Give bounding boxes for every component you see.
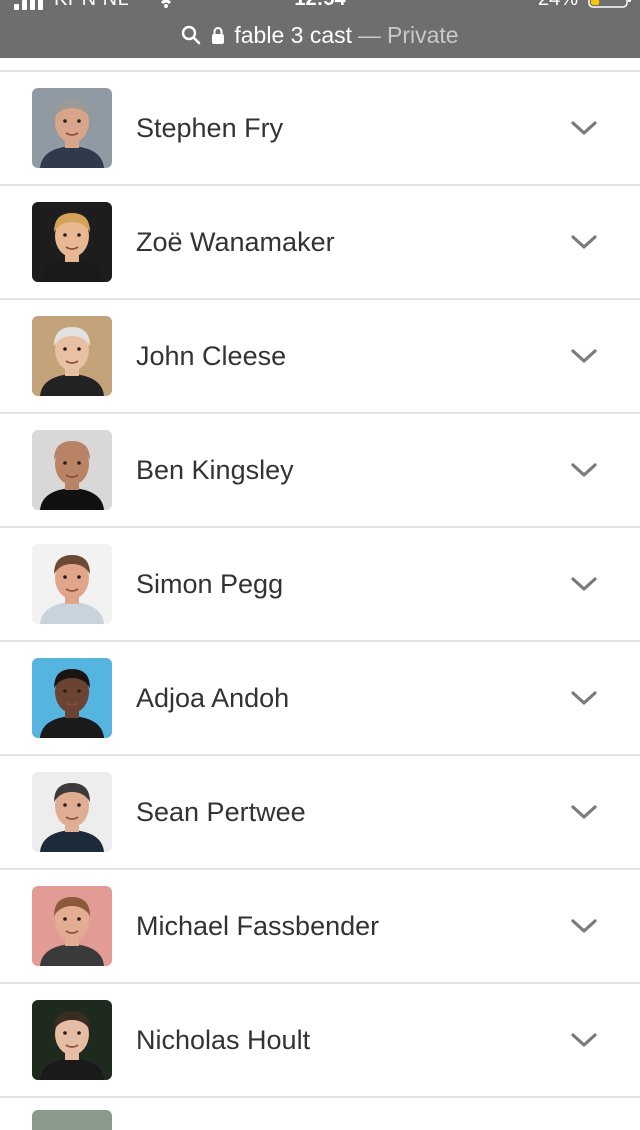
- address-bar[interactable]: fable 3 cast — Private: [0, 18, 640, 52]
- chevron-down-icon[interactable]: [570, 685, 598, 711]
- cast-name: John Cleese: [136, 341, 287, 371]
- cast-name: Nicholas Hoult: [136, 1025, 311, 1055]
- chevron-down-icon[interactable]: [570, 1027, 598, 1053]
- cast-photo: [32, 544, 112, 624]
- cast-photo: [32, 316, 112, 396]
- cast-name: Adjoa Andoh: [136, 683, 290, 713]
- lock-icon: [211, 26, 234, 44]
- status-bar: KPN NL 12:54 24%: [0, 0, 640, 12]
- chevron-down-icon[interactable]: [570, 571, 598, 597]
- cast-row[interactable]: John Cleese: [0, 300, 640, 414]
- private-mode-label: Private: [387, 21, 459, 48]
- cast-row[interactable]: Adjoa Andoh: [0, 642, 640, 756]
- cast-row[interactable]: Ben Kingsley: [0, 414, 640, 528]
- cast-name: Stephen Fry: [136, 113, 284, 143]
- chevron-down-icon[interactable]: [570, 343, 598, 369]
- cast-row[interactable]: Michael Fassbender: [0, 870, 640, 984]
- cast-name: Ben Kingsley: [136, 455, 294, 485]
- cast-name: Zoë Wanamaker: [136, 227, 335, 257]
- cast-name: Simon Pegg: [136, 569, 284, 599]
- address-separator: —: [358, 21, 382, 48]
- cast-photo: [32, 1000, 112, 1080]
- cast-row[interactable]: Nicholas Hoult: [0, 984, 640, 1098]
- battery-icon: [588, 0, 631, 8]
- cast-row[interactable]: Sean Pertwee: [0, 756, 640, 870]
- chevron-down-icon[interactable]: [570, 229, 598, 255]
- cast-photo: [32, 202, 112, 282]
- cast-photo: [32, 886, 112, 966]
- search-icon: [181, 25, 211, 45]
- search-query: fable 3 cast: [234, 21, 353, 48]
- cast-row[interactable]: Zoë Wanamaker: [0, 186, 640, 300]
- chevron-down-icon[interactable]: [570, 457, 598, 483]
- chevron-down-icon[interactable]: [570, 799, 598, 825]
- cast-list: Stephen Fry Zoë Wanamaker John Cleese Ben K…: [0, 70, 640, 1098]
- chevron-down-icon[interactable]: [570, 115, 598, 141]
- cast-name: Michael Fassbender: [136, 911, 380, 941]
- chevron-down-icon[interactable]: [570, 913, 598, 939]
- next-avatar-peek: [32, 1110, 112, 1130]
- cast-photo: [32, 88, 112, 168]
- cast-photo: [32, 658, 112, 738]
- battery-percent: 24%: [538, 0, 578, 11]
- cast-row[interactable]: Stephen Fry: [0, 72, 640, 186]
- cast-name: Sean Pertwee: [136, 797, 306, 827]
- browser-top-bar: KPN NL 12:54 24% fable 3 cast: [0, 0, 640, 58]
- cast-row[interactable]: Simon Pegg: [0, 528, 640, 642]
- cast-photo: [32, 430, 112, 510]
- cast-photo: [32, 772, 112, 852]
